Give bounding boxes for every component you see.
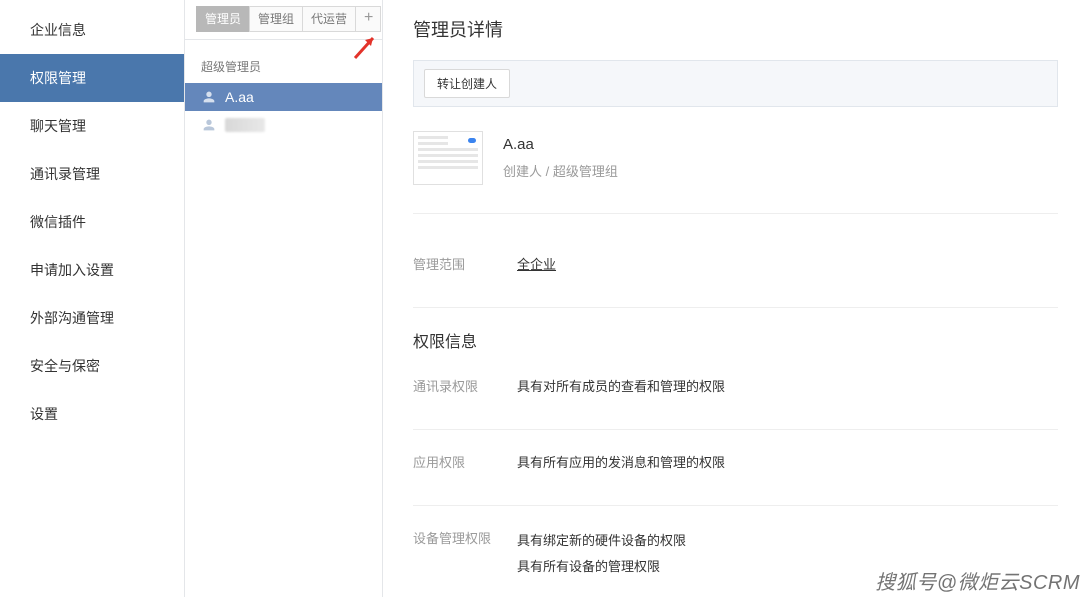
- perm-value: 具有所有应用的发消息和管理的权限: [517, 452, 725, 471]
- transfer-bar: 转让创建人: [413, 60, 1058, 107]
- page-title: 管理员详情: [413, 16, 1058, 42]
- perm-value-line: 具有所有设备的管理权限: [517, 554, 686, 580]
- profile-name: A.aa: [503, 136, 618, 153]
- sidebar-item-settings[interactable]: 设置: [0, 390, 184, 438]
- sidebar-item-contacts-management[interactable]: 通讯录管理: [0, 150, 184, 198]
- perm-value: 具有绑定新的硬件设备的权限 具有所有设备的管理权限: [517, 528, 686, 580]
- scope-label: 管理范围: [413, 254, 517, 273]
- perm-value-line: 具有绑定新的硬件设备的权限: [517, 528, 686, 554]
- admin-tabs: 管理员 管理组 代运营 +: [185, 6, 382, 40]
- perm-row-devices: 设备管理权限 具有绑定新的硬件设备的权限 具有所有设备的管理权限: [413, 512, 1058, 596]
- admin-name: A.aa: [225, 89, 254, 105]
- transfer-creator-button[interactable]: 转让创建人: [424, 69, 510, 98]
- sidebar-item-wechat-plugin[interactable]: 微信插件: [0, 198, 184, 246]
- person-icon: [201, 117, 217, 133]
- profile-row: A.aa 创建人 / 超级管理组: [413, 131, 1058, 214]
- sidebar-item-external-comm-management[interactable]: 外部沟通管理: [0, 294, 184, 342]
- sidebar-item-security[interactable]: 安全与保密: [0, 342, 184, 390]
- sidebar-item-enterprise-info[interactable]: 企业信息: [0, 6, 184, 54]
- permissions-section-title: 权限信息: [413, 314, 1058, 360]
- admin-detail-panel: 管理员详情 转让创建人 A.aa 创建人 / 超级管理组 管理范围 全企业: [383, 0, 1088, 597]
- profile-card-thumbnail: [413, 131, 483, 185]
- perm-label: 通讯录权限: [413, 376, 517, 395]
- sidebar-item-chat-management[interactable]: 聊天管理: [0, 102, 184, 150]
- perm-value: 具有对所有成员的查看和管理的权限: [517, 376, 725, 395]
- admin-list-item[interactable]: A.aa: [185, 83, 382, 111]
- admin-list-item[interactable]: [185, 111, 382, 139]
- add-tab-button[interactable]: +: [355, 6, 381, 32]
- admin-list-column: 管理员 管理组 代运营 + 超级管理员 A.aa: [185, 0, 383, 597]
- scope-value[interactable]: 全企业: [517, 254, 556, 273]
- perm-label: 应用权限: [413, 452, 517, 471]
- profile-info: A.aa 创建人 / 超级管理组: [503, 136, 618, 180]
- tab-admin-groups[interactable]: 管理组: [249, 6, 303, 32]
- scope-row: 管理范围 全企业: [413, 238, 1058, 289]
- person-icon: [201, 89, 217, 105]
- sidebar-item-permission-management[interactable]: 权限管理: [0, 54, 184, 102]
- tab-delegated-ops[interactable]: 代运营: [302, 6, 356, 32]
- profile-role: 创建人 / 超级管理组: [503, 161, 618, 180]
- admin-group-title: 超级管理员: [185, 40, 382, 83]
- sidebar: 企业信息 权限管理 聊天管理 通讯录管理 微信插件 申请加入设置 外部沟通管理 …: [0, 0, 185, 597]
- perm-row-apps: 应用权限 具有所有应用的发消息和管理的权限: [413, 436, 1058, 487]
- perm-row-contacts: 通讯录权限 具有对所有成员的查看和管理的权限: [413, 360, 1058, 411]
- perm-label: 设备管理权限: [413, 528, 517, 580]
- plus-icon: +: [364, 9, 373, 26]
- sidebar-item-join-request-settings[interactable]: 申请加入设置: [0, 246, 184, 294]
- tab-admins[interactable]: 管理员: [196, 6, 250, 32]
- admin-name-redacted: [225, 118, 265, 132]
